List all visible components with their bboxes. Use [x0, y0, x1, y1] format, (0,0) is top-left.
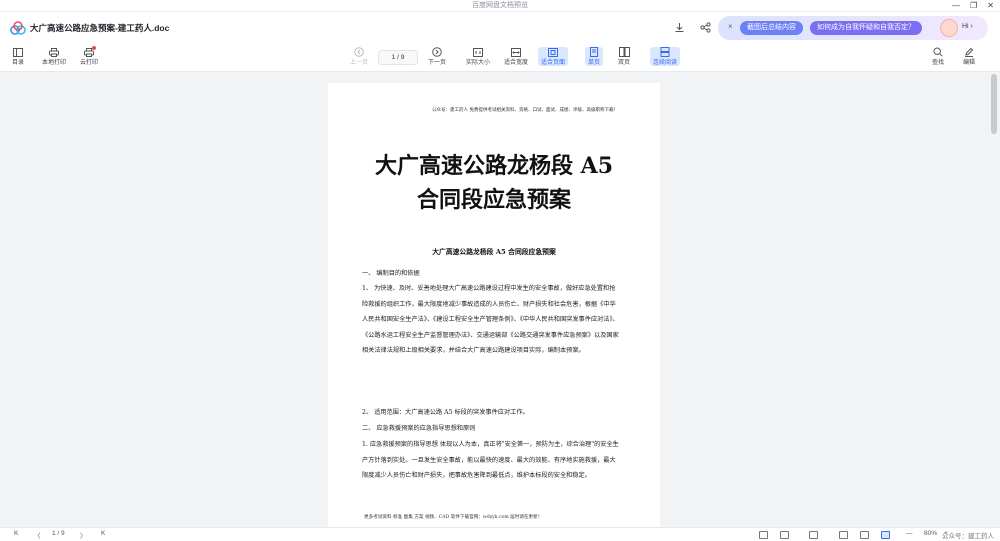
prev-page-button[interactable]: 上一页	[350, 47, 368, 66]
actual-size-button[interactable]: 实际大小	[466, 47, 490, 66]
next-page-icon	[431, 47, 443, 57]
app-titlebar: 百度网盘文档预览 — ❐ ✕	[0, 0, 1000, 12]
printer-icon	[48, 47, 60, 57]
notification-dot	[92, 46, 96, 50]
continuous-reading-button[interactable]: 连续阅读	[650, 47, 681, 66]
paragraph-item-2: 2、 适用范围：大广高速公路 A5 标段的突发事件应对工作。	[362, 409, 529, 416]
close-icon[interactable]: ✕	[987, 0, 994, 12]
document-page: 公众号：建工药人 免费提供考试相关资料、资格、口试、面试、成绩、评级、高级职称下…	[328, 83, 660, 527]
section-1-heading: 一、 编制目的和依据	[362, 270, 420, 277]
ai-bar-close-icon[interactable]: ×	[728, 22, 733, 31]
fit-page-label: 适合页面	[541, 60, 566, 66]
first-page-icon[interactable]: K	[14, 530, 18, 537]
document-subtitle: 大广高速公路龙杨段 A5 合同段应急预案	[432, 248, 556, 256]
edit-label: 编辑	[963, 60, 976, 66]
document-title: 大广高速公路应急预案-建工药人.doc	[30, 23, 170, 33]
fit-width-small-icon[interactable]	[839, 531, 848, 539]
double-page-icon	[618, 47, 630, 57]
cloud-print-button[interactable]: 云打印	[80, 46, 99, 66]
continuous-reading-icon	[659, 47, 671, 57]
next-page-button[interactable]: 下一页	[428, 47, 446, 66]
status-page-indicator[interactable]: 1 / 9	[52, 530, 65, 537]
status-bar: K 〈 1 / 9 〉 K — 80% + 公众号：建工药人	[0, 527, 1000, 541]
title-line-1: 大广高速公路龙杨段 A5	[374, 153, 614, 179]
cloud-print-label: 云打印	[80, 60, 99, 66]
last-page-icon[interactable]: K	[101, 530, 105, 537]
page-footer-note: 更多考试资料 标准 图集 方案 视频、CAD 软件下载官网：wdzyk.com …	[364, 515, 543, 520]
paragraph-item-1: 1、 为快速、及时、妥善地处理大广高速公路建设过程中发生的安全事故，做好应急处置…	[362, 285, 619, 354]
cloud-printer-icon	[83, 46, 96, 57]
local-print-label: 本地打印	[42, 60, 67, 66]
share-icon[interactable]	[698, 20, 712, 34]
window-controls: — ❐ ✕	[952, 0, 994, 12]
ai-suggestion-summarize[interactable]: 截图后总结内容	[740, 21, 803, 35]
catalog-icon	[12, 47, 24, 57]
download-icon[interactable]	[672, 20, 686, 34]
fit-page-icon	[547, 47, 559, 57]
prev-page-icon	[353, 47, 365, 57]
double-page-label: 双页	[618, 60, 631, 66]
vertical-scrollbar[interactable]	[991, 74, 997, 134]
catalog-label: 目录	[12, 60, 25, 66]
baidu-netdisk-logo-icon	[10, 21, 26, 35]
catalog-button[interactable]: 目录	[12, 47, 24, 66]
title-line-2: 合同段应急预案	[416, 187, 571, 213]
local-print-button[interactable]: 本地打印	[42, 47, 66, 66]
ai-assistant-bar: × 截图后总结内容 如何成为自我怀疑和自我否定？ Hi ›	[718, 16, 988, 40]
page-header-text: 公众号：建工药人 免费提供考试相关资料、资格、口试、面试、成绩、评级、高级职称下…	[432, 108, 618, 113]
fit-width-icon	[510, 47, 522, 57]
edit-icon	[963, 47, 975, 57]
actual-size-small-icon[interactable]	[860, 531, 869, 539]
document-main-title: 大广高速公路龙杨段 A5 合同段应急预案	[328, 149, 660, 217]
zoom-out-button[interactable]: —	[906, 530, 913, 537]
app-title: 百度网盘文档预览	[472, 2, 528, 9]
document-titlebar: 大广高速公路应急预案-建工药人.doc × 截图后总结内容 如何成为自我怀疑和自…	[0, 12, 1000, 44]
minimize-icon[interactable]: —	[952, 0, 960, 12]
search-icon	[932, 47, 944, 57]
next-page-small-icon[interactable]: 〉	[80, 530, 87, 540]
search-button[interactable]: 查找	[932, 47, 944, 66]
ai-suggestion-question[interactable]: 如何成为自我怀疑和自我否定？	[810, 21, 922, 35]
view-mode-continuous-icon[interactable]	[809, 531, 818, 539]
single-page-icon	[588, 47, 600, 57]
single-page-button[interactable]: 单页	[585, 47, 604, 66]
actual-size-label: 实际大小	[466, 60, 491, 66]
prev-page-small-icon[interactable]: 〈	[34, 530, 41, 540]
single-page-label: 单页	[588, 60, 601, 66]
watermark-text: 公众号：建工药人	[942, 533, 994, 540]
double-page-button[interactable]: 双页	[618, 47, 630, 66]
search-label: 查找	[932, 60, 945, 66]
page-number-input[interactable]: 1 / 9	[378, 50, 418, 65]
view-mode-double-icon[interactable]	[780, 531, 789, 539]
viewer-toolbar: 目录 本地打印 云打印 上一页 1 / 9 下一页 实际大小 适合宽度 适合页面…	[0, 44, 1000, 72]
next-page-label: 下一页	[428, 60, 447, 66]
actual-size-icon	[472, 47, 484, 57]
ai-assistant-avatar[interactable]	[940, 19, 958, 37]
paragraph-item-3: 1. 应急救援预案的指导思想 体现以人为本，真正将"安全第一，预防为主，综合治理…	[362, 441, 619, 479]
fit-page-small-icon[interactable]	[881, 531, 890, 539]
section-2-heading: 二、 应急救援预案的应急指导思想和原则	[362, 425, 476, 432]
fit-width-label: 适合宽度	[504, 60, 529, 66]
fit-page-button[interactable]: 适合页面	[538, 47, 569, 66]
continuous-reading-label: 连续阅读	[653, 60, 678, 66]
edit-button[interactable]: 编辑	[963, 47, 975, 66]
zoom-level[interactable]: 80%	[924, 530, 937, 537]
ai-greeting[interactable]: Hi ›	[962, 23, 973, 30]
view-mode-single-icon[interactable]	[759, 531, 768, 539]
document-viewport[interactable]: 公众号：建工药人 免费提供考试相关资料、资格、口试、面试、成绩、评级、高级职称下…	[0, 72, 1000, 527]
prev-page-label: 上一页	[350, 60, 369, 66]
restore-icon[interactable]: ❐	[970, 0, 977, 12]
fit-width-button[interactable]: 适合宽度	[504, 47, 528, 66]
